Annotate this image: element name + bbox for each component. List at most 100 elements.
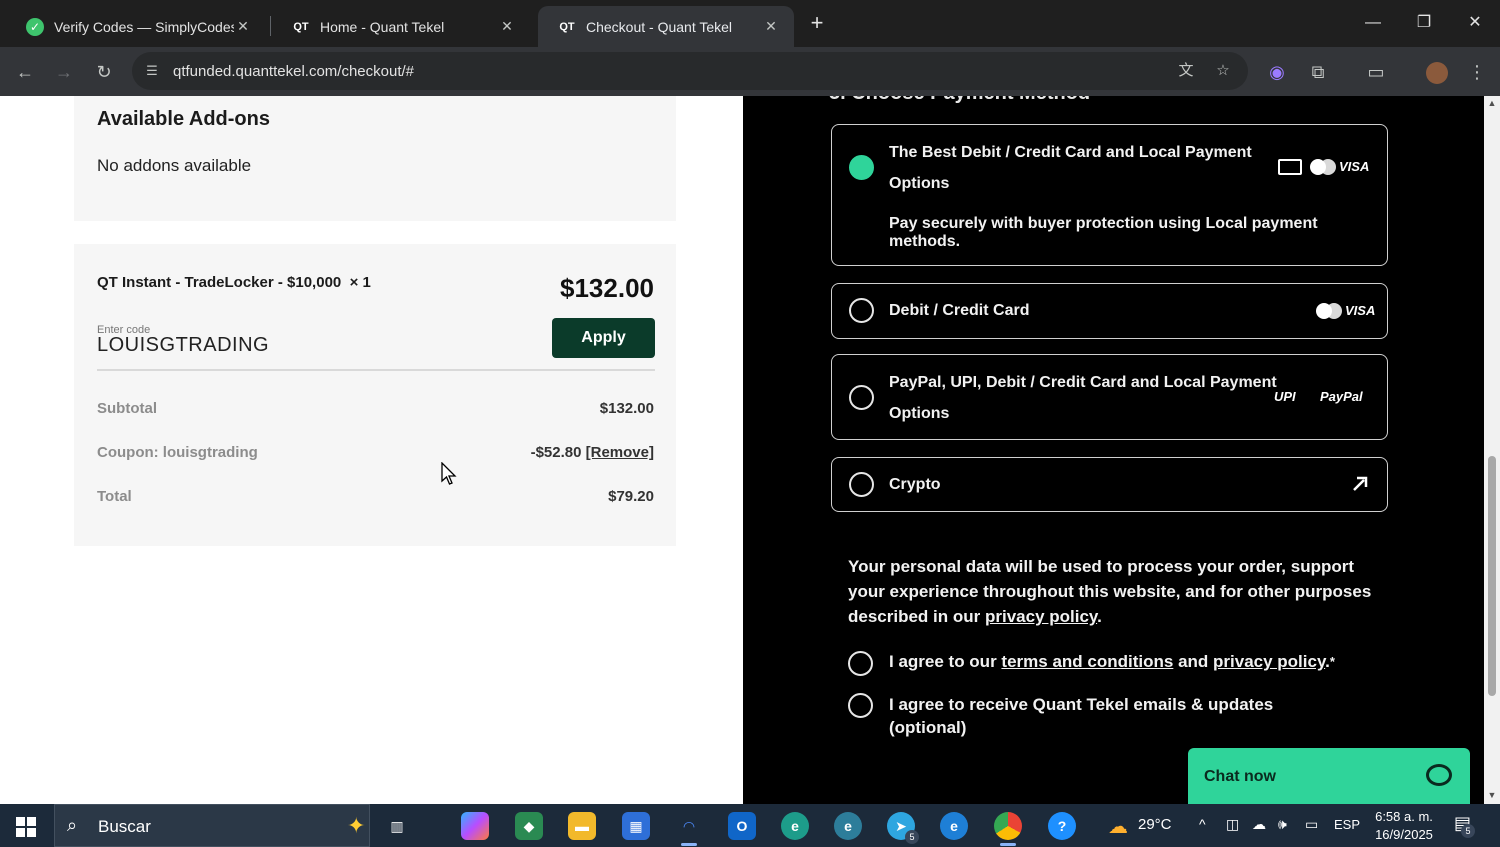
option-label-line: Options xyxy=(889,405,950,422)
minimize-icon[interactable]: — xyxy=(1358,10,1388,36)
qt-favicon-icon: QT xyxy=(293,20,309,33)
volume-icon[interactable]: 🕪 xyxy=(1278,816,1287,833)
agree-emails-checkbox[interactable] xyxy=(848,693,873,718)
close-window-icon[interactable]: ✕ xyxy=(1460,10,1490,36)
privacy-policy-link[interactable]: privacy policy xyxy=(1213,652,1325,671)
edge-dev-icon[interactable]: ◠ xyxy=(675,812,703,846)
payment-option-paypal-upi[interactable]: PayPal, UPI, Debit / Credit Card and Loc… xyxy=(831,354,1388,440)
copilot-icon[interactable] xyxy=(461,812,489,840)
language-indicator[interactable]: ESP xyxy=(1334,817,1360,832)
profile-avatar-icon[interactable] xyxy=(1422,57,1452,87)
onedrive-icon[interactable]: ☁ xyxy=(1252,816,1266,833)
scroll-up-icon[interactable]: ▲ xyxy=(1487,98,1497,108)
option-label: Debit / Credit Card xyxy=(889,302,1030,319)
site-info-icon[interactable]: ☰ xyxy=(142,61,162,81)
weather-icon[interactable]: ☁ xyxy=(1104,812,1132,840)
tray-meet-icon[interactable]: ◫ xyxy=(1226,816,1239,833)
tab-search-icon[interactable]: ▭ xyxy=(1361,57,1391,87)
subtotal-label: Subtotal xyxy=(97,400,157,417)
file-explorer-icon[interactable]: ▬ xyxy=(568,812,596,840)
addons-empty-text: No addons available xyxy=(97,156,252,175)
edge-icon[interactable]: e xyxy=(940,812,968,840)
close-icon[interactable]: ✕ xyxy=(498,18,516,35)
option-label-line: The Best Debit / Credit Card and Local P… xyxy=(889,144,1252,161)
coupon-discount: -$52.80 [Remove] xyxy=(531,444,654,461)
terms-link[interactable]: terms and conditions xyxy=(1001,652,1173,671)
addons-title: Available Add-ons xyxy=(97,108,270,130)
taskbar-clock[interactable]: 6:58 a. m. 16/9/2025 xyxy=(1372,808,1436,844)
search-placeholder: Buscar xyxy=(98,817,151,836)
option-label-line: PayPal, UPI, Debit / Credit Card and Loc… xyxy=(889,374,1277,391)
windows-start-icon[interactable] xyxy=(16,817,36,837)
privacy-text: Your personal data will be used to proce… xyxy=(848,557,1372,626)
task-view-icon[interactable]: ▥ xyxy=(383,812,411,840)
tab-home-quant-tekel[interactable]: QT Home - Quant Tekel ✕ xyxy=(272,6,530,47)
restore-icon[interactable]: ❐ xyxy=(1409,10,1439,36)
forward-icon[interactable]: → xyxy=(49,57,79,87)
bookmark-star-icon[interactable]: ☆ xyxy=(1212,60,1234,82)
card-icon xyxy=(1278,159,1302,175)
apply-coupon-button[interactable]: Apply xyxy=(552,318,655,358)
translate-icon[interactable]: 文 xyxy=(1175,60,1197,82)
edge-canary-icon[interactable]: e xyxy=(834,812,862,840)
agree-emails-text: I agree to receive Quant Tekel emails & … xyxy=(889,693,1273,739)
option-label: The Best Debit / Credit Card and Local P… xyxy=(889,137,1252,199)
edge-beta-icon[interactable]: e xyxy=(781,812,809,840)
chrome-icon[interactable] xyxy=(994,812,1022,846)
payment-method-heading: 3. Choose Payment Method xyxy=(829,96,1090,105)
privacy-notice: Your personal data will be used to proce… xyxy=(848,554,1388,629)
agree-emails-line: I agree to receive Quant Tekel emails & … xyxy=(889,695,1274,714)
new-tab-icon[interactable]: + xyxy=(805,11,829,35)
visa-logo: VISA xyxy=(1339,159,1370,174)
payment-option-best-local[interactable]: The Best Debit / Credit Card and Local P… xyxy=(831,124,1388,266)
tab-title: Verify Codes — SimplyCodes xyxy=(54,18,234,35)
url-text[interactable]: qtfunded.quanttekel.com/checkout/# xyxy=(173,63,414,80)
scroll-down-icon[interactable]: ▼ xyxy=(1487,790,1497,800)
payment-option-card[interactable]: Debit / Credit Card VISA xyxy=(831,283,1388,339)
address-bar[interactable]: ☰ qtfunded.quanttekel.com/checkout/# 文 ☆ xyxy=(132,52,1248,90)
crypto-arrow-icon xyxy=(1353,476,1368,491)
taskbar-search[interactable]: ⌕ Buscar ✦ xyxy=(54,804,370,847)
maps-app-icon[interactable]: ◆ xyxy=(515,812,543,840)
agree-terms-checkbox[interactable] xyxy=(848,651,873,676)
agree-text: and xyxy=(1173,652,1214,671)
paypal-logo: PayPal xyxy=(1320,389,1363,404)
remove-coupon-link[interactable]: [Remove] xyxy=(586,444,654,461)
network-icon[interactable]: ▭ xyxy=(1305,816,1318,833)
close-icon[interactable]: ✕ xyxy=(234,18,252,35)
option-label-line: Options xyxy=(889,175,950,192)
tab-simplycodes[interactable]: ✓ Verify Codes — SimplyCodes ✕ xyxy=(6,6,266,47)
scrollbar-thumb[interactable] xyxy=(1488,456,1496,696)
telegram-icon[interactable]: ➤ 5 xyxy=(887,812,919,844)
page-scrollbar[interactable]: ▲ ▼ xyxy=(1484,96,1500,804)
outlook-icon[interactable]: O xyxy=(728,812,756,840)
radio-unselected[interactable] xyxy=(849,298,874,323)
notifications-icon[interactable]: ▤ 5 xyxy=(1454,813,1476,838)
help-icon[interactable]: ? xyxy=(1048,812,1076,840)
clock-time: 6:58 a. m. xyxy=(1375,809,1433,824)
payment-option-crypto[interactable]: Crypto xyxy=(831,457,1388,512)
tray-chevron-icon[interactable]: ^ xyxy=(1199,816,1206,832)
product-name: QT Instant - TradeLocker - $10,000 × 1 xyxy=(97,274,371,291)
privacy-policy-link[interactable]: privacy policy xyxy=(985,607,1097,626)
chat-bubble-icon xyxy=(1426,764,1452,786)
extension-purple-icon[interactable]: ◉ xyxy=(1262,57,1292,87)
weather-temp[interactable]: 29°C xyxy=(1138,816,1172,833)
microsoft-store-icon[interactable]: ▦ xyxy=(622,812,650,840)
back-icon[interactable]: ← xyxy=(10,57,40,87)
total-label: Total xyxy=(97,488,132,505)
tab-checkout-quant-tekel[interactable]: QT Checkout - Quant Tekel ✕ xyxy=(538,6,794,47)
product-title: QT Instant - TradeLocker - $10,000 xyxy=(97,274,342,291)
product-quantity: × 1 xyxy=(349,274,371,291)
mouse-cursor-icon xyxy=(441,462,457,485)
extensions-puzzle-icon[interactable]: ⧉ xyxy=(1303,57,1333,87)
browser-menu-icon[interactable]: ⋮ xyxy=(1462,57,1492,87)
chat-now-widget[interactable]: Chat now xyxy=(1188,748,1470,804)
close-icon[interactable]: ✕ xyxy=(762,18,780,35)
radio-selected[interactable] xyxy=(849,155,874,180)
reload-icon[interactable]: ↻ xyxy=(89,57,119,87)
tab-separator xyxy=(270,16,271,36)
radio-unselected[interactable] xyxy=(849,472,874,497)
coupon-input[interactable] xyxy=(97,334,397,357)
radio-unselected[interactable] xyxy=(849,385,874,410)
